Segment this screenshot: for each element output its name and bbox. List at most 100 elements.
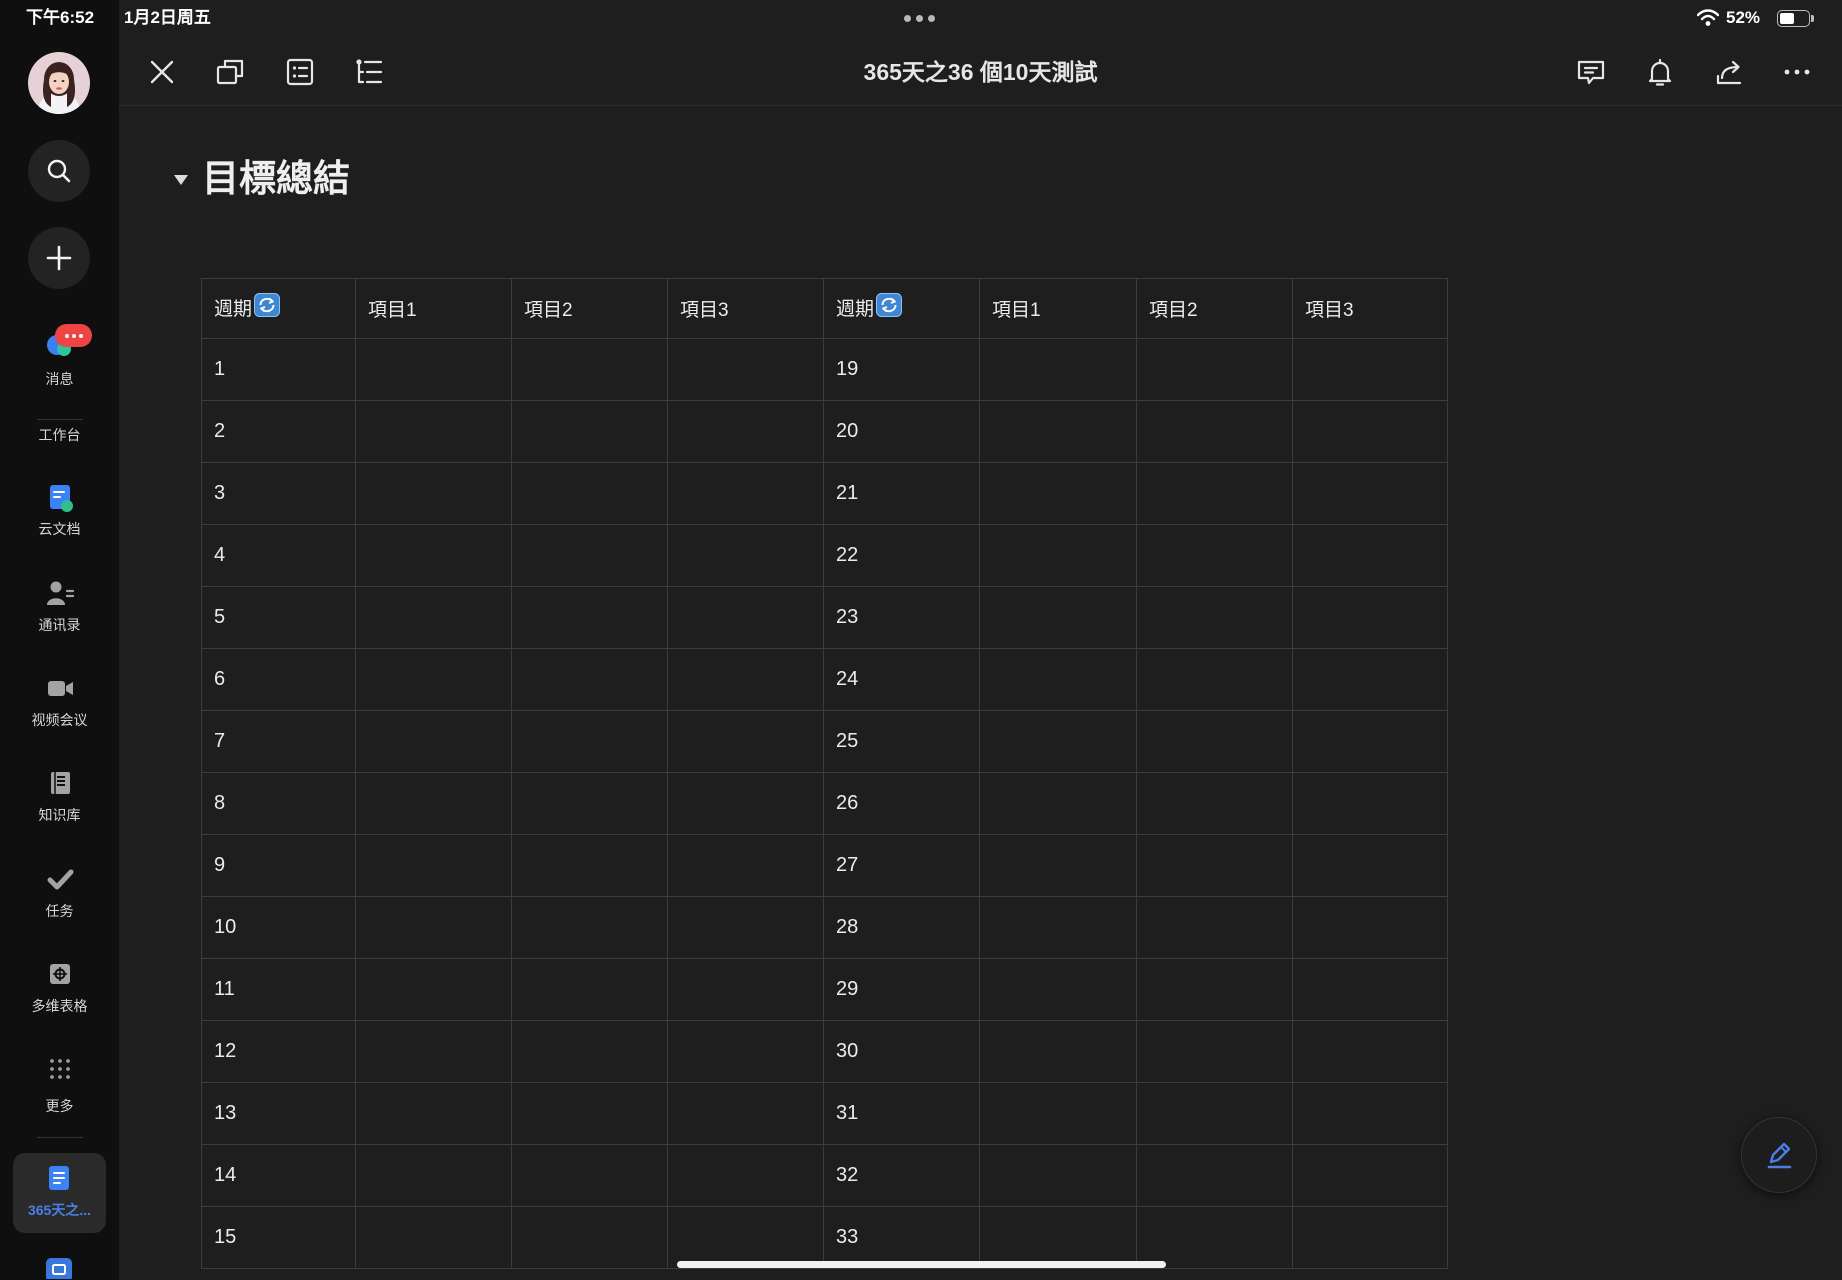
table-cell[interactable]	[1136, 400, 1293, 463]
table-cell[interactable]	[1136, 648, 1293, 711]
table-cell[interactable]	[355, 648, 512, 711]
table-cell[interactable]	[979, 338, 1137, 401]
sidebar-item-messages[interactable]: 消息	[0, 324, 119, 387]
period-cell[interactable]: 5	[201, 586, 356, 649]
period-cell[interactable]: 2	[201, 400, 356, 463]
table-cell[interactable]	[667, 462, 824, 525]
table-cell[interactable]	[979, 1082, 1137, 1145]
column-header[interactable]: 項目3	[1292, 278, 1448, 339]
period-cell[interactable]: 11	[201, 958, 356, 1021]
table-cell[interactable]	[667, 338, 824, 401]
table-cell[interactable]	[979, 1020, 1137, 1083]
table-cell[interactable]	[979, 772, 1137, 835]
create-button[interactable]	[28, 227, 90, 289]
table-cell[interactable]	[667, 896, 824, 959]
sidebar-item-more[interactable]: 更多	[0, 1054, 119, 1114]
table-cell[interactable]	[979, 586, 1137, 649]
column-header[interactable]: 項目2	[1136, 278, 1293, 339]
period-cell[interactable]: 9	[201, 834, 356, 897]
table-cell[interactable]	[1292, 710, 1448, 773]
table-cell[interactable]	[511, 896, 668, 959]
table-cell[interactable]	[667, 834, 824, 897]
sidebar-item-video-meetings[interactable]: 视频会议	[0, 673, 119, 728]
collapse-triangle-icon[interactable]	[174, 175, 188, 185]
table-cell[interactable]	[355, 834, 512, 897]
table-cell[interactable]	[1136, 834, 1293, 897]
table-cell[interactable]	[511, 1020, 668, 1083]
period-cell[interactable]: 20	[823, 400, 980, 463]
column-header[interactable]: 項目3	[667, 278, 824, 339]
table-cell[interactable]	[667, 1020, 824, 1083]
share-button[interactable]	[1709, 52, 1749, 92]
table-cell[interactable]	[1292, 648, 1448, 711]
table-cell[interactable]	[667, 1206, 824, 1269]
table-cell[interactable]	[511, 1206, 668, 1269]
table-cell[interactable]	[511, 834, 668, 897]
table-cell[interactable]	[355, 1020, 512, 1083]
table-cell[interactable]	[1292, 462, 1448, 525]
table-cell[interactable]	[979, 834, 1137, 897]
table-cell[interactable]	[979, 648, 1137, 711]
table-cell[interactable]	[979, 1206, 1137, 1269]
table-cell[interactable]	[355, 896, 512, 959]
sidebar-item-workspace[interactable]: 工作台	[0, 427, 119, 443]
table-cell[interactable]	[1136, 1020, 1293, 1083]
table-cell[interactable]	[667, 710, 824, 773]
table-cell[interactable]	[1136, 524, 1293, 587]
table-cell[interactable]	[511, 586, 668, 649]
table-cell[interactable]	[1136, 958, 1293, 1021]
table-cell[interactable]	[355, 710, 512, 773]
table-cell[interactable]	[355, 958, 512, 1021]
table-cell[interactable]	[1136, 1082, 1293, 1145]
table-cell[interactable]	[1292, 586, 1448, 649]
period-cell[interactable]: 12	[201, 1020, 356, 1083]
table-cell[interactable]	[667, 1144, 824, 1207]
table-cell[interactable]	[667, 524, 824, 587]
period-cell[interactable]: 19	[823, 338, 980, 401]
table-cell[interactable]	[1292, 958, 1448, 1021]
period-cell[interactable]: 28	[823, 896, 980, 959]
table-cell[interactable]	[1292, 338, 1448, 401]
table-cell[interactable]	[511, 462, 668, 525]
edit-button[interactable]	[1741, 1117, 1817, 1193]
table-cell[interactable]	[979, 462, 1137, 525]
search-button[interactable]	[28, 140, 90, 202]
period-cell[interactable]: 29	[823, 958, 980, 1021]
period-cell[interactable]: 31	[823, 1082, 980, 1145]
table-cell[interactable]	[1136, 338, 1293, 401]
table-cell[interactable]	[511, 524, 668, 587]
period-cell[interactable]: 33	[823, 1206, 980, 1269]
table-cell[interactable]	[1292, 524, 1448, 587]
period-cell[interactable]: 4	[201, 524, 356, 587]
table-cell[interactable]	[1292, 400, 1448, 463]
table-cell[interactable]	[1136, 1206, 1293, 1269]
period-cell[interactable]: 1	[201, 338, 356, 401]
table-cell[interactable]	[511, 958, 668, 1021]
table-cell[interactable]	[1136, 1144, 1293, 1207]
table-cell[interactable]	[1136, 710, 1293, 773]
period-cell[interactable]: 6	[201, 648, 356, 711]
table-cell[interactable]	[667, 958, 824, 1021]
table-cell[interactable]	[511, 648, 668, 711]
table-cell[interactable]	[667, 772, 824, 835]
table-cell[interactable]	[1292, 1206, 1448, 1269]
table-cell[interactable]	[979, 896, 1137, 959]
table-cell[interactable]	[511, 1144, 668, 1207]
column-header-period[interactable]: 週期	[823, 278, 980, 339]
table-cell[interactable]	[355, 1082, 512, 1145]
table-cell[interactable]	[355, 462, 512, 525]
column-header[interactable]: 項目1	[979, 278, 1137, 339]
table-cell[interactable]	[1136, 462, 1293, 525]
home-indicator[interactable]	[677, 1261, 1166, 1268]
table-cell[interactable]	[1136, 586, 1293, 649]
table-cell[interactable]	[1292, 896, 1448, 959]
table-cell[interactable]	[355, 772, 512, 835]
table-cell[interactable]	[511, 338, 668, 401]
sidebar-item-knowledge-base[interactable]: 知识库	[0, 768, 119, 823]
period-cell[interactable]: 26	[823, 772, 980, 835]
table-cell[interactable]	[355, 1206, 512, 1269]
table-cell[interactable]	[355, 524, 512, 587]
period-cell[interactable]: 7	[201, 710, 356, 773]
table-cell[interactable]	[979, 524, 1137, 587]
column-header[interactable]: 項目1	[355, 278, 512, 339]
